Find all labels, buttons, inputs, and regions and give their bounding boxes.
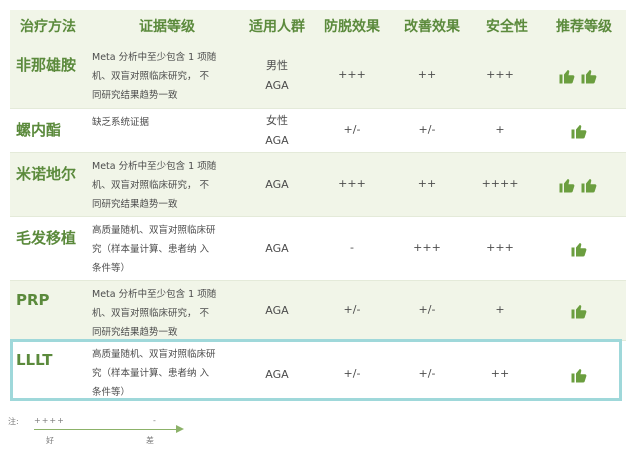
evidence-level: Meta 分析中至少包含 1 项随 机、双盲对照临床研究， 不同研究结果趋势一致 [92, 285, 242, 342]
population-line: AGA [265, 134, 289, 147]
treatment-name: PRP [16, 291, 50, 309]
population-line: AGA [265, 304, 289, 317]
evidence-line: 机、双盲对照临床研究， 不 [92, 180, 210, 191]
recommendation-rating [570, 240, 588, 258]
population-line: AGA [265, 178, 289, 191]
treatment-name: 螺内酯 [16, 121, 62, 139]
population-line: 男性 [266, 59, 288, 72]
evidence-line: 同研究结果趋势一致 [92, 90, 178, 101]
improvement-score: ++ [417, 68, 437, 81]
thumbs-up-icon [571, 243, 587, 257]
header-population: 适用人群 [249, 19, 305, 35]
legend-bad-label: 差 [146, 436, 154, 445]
evidence-line: Meta 分析中至少包含 1 项随 [92, 52, 217, 63]
improvement-score: +/- [418, 123, 436, 136]
safety-score: ++++ [481, 177, 519, 190]
header-method: 治疗方法 [20, 19, 76, 35]
legend-good-label: 好 [46, 436, 54, 445]
target-population: 女性 AGA [242, 111, 312, 151]
treatment-name: 毛发移植 [16, 229, 77, 247]
evidence-line: 究（样本量计算、患者纳 入 [92, 244, 210, 255]
hair-loss-score: +++ [338, 177, 366, 190]
population-line: 女性 [266, 114, 288, 127]
table-row: 螺内酯 缺乏系统证据 女性 AGA +/- +/- + [10, 108, 626, 153]
evidence-line: 机、双盲对照临床研究， 不 [92, 71, 210, 82]
legend-arrow-head [176, 425, 184, 433]
thumbs-up-icon [559, 179, 575, 193]
population-line: AGA [265, 79, 289, 92]
hair-loss-score: - [350, 241, 354, 254]
thumbs-up-icon [559, 70, 575, 84]
header-improvement: 改善效果 [404, 19, 460, 35]
target-population: AGA [242, 175, 312, 195]
hair-loss-score: +++ [338, 68, 366, 81]
safety-score: + [495, 303, 505, 316]
table-row: PRP Meta 分析中至少包含 1 项随 机、双盲对照临床研究， 不同研究结果趋势… [10, 280, 626, 341]
improvement-score: +++ [413, 241, 441, 254]
header-safety: 安全性 [486, 19, 528, 35]
thumbs-up-icon [571, 305, 587, 319]
population-line: AGA [265, 242, 289, 255]
evidence-line: Meta 分析中至少包含 1 项随 [92, 289, 217, 300]
legend-arrow-line [34, 429, 178, 430]
header-evidence: 证据等级 [139, 19, 195, 35]
table-row: 米诺地尔 Meta 分析中至少包含 1 项随 机、双盲对照临床研究， 不同研究结果趋… [10, 152, 626, 217]
recommendation-rating [570, 302, 588, 320]
target-population: 男性 AGA [242, 56, 312, 96]
evidence-level: Meta 分析中至少包含 1 项随 机、双盲对照临床研究， 不同研究结果趋势一致 [92, 157, 242, 214]
legend: 注: ++++ - 好 差 [8, 413, 208, 449]
evidence-level: Meta 分析中至少包含 1 项随 机、双盲对照临床研究， 不同研究结果趋势一致 [92, 48, 242, 105]
evidence-line: Meta 分析中至少包含 1 项随 [92, 161, 217, 172]
evidence-line: 高质量随机、双盲对照临床研 [92, 225, 216, 236]
improvement-score: ++ [417, 177, 437, 190]
header-hair-loss: 防脱效果 [324, 19, 380, 35]
target-population: AGA [242, 239, 312, 259]
thumbs-up-icon [581, 70, 597, 84]
legend-good-symbol: ++++ [34, 416, 65, 425]
treatment-name: 非那雄胺 [16, 56, 77, 74]
recommendation-rating [570, 122, 588, 140]
hair-loss-score: +/- [343, 303, 361, 316]
treatment-name: 米诺地尔 [16, 165, 77, 183]
evidence-line: 同研究结果趋势一致 [92, 199, 178, 210]
legend-bad-symbol: - [153, 416, 156, 425]
table-row: 毛发移植 高质量随机、双盲对照临床研 究（样本量计算、患者纳 入条件等） AGA - ++… [10, 216, 626, 281]
table-header: 治疗方法 证据等级 适用人群 防脱效果 改善效果 安全性 推荐等级 [10, 10, 626, 44]
recommendation-rating [558, 67, 598, 85]
legend-note: 注: [8, 417, 19, 426]
thumbs-up-icon [571, 125, 587, 139]
improvement-score: +/- [418, 303, 436, 316]
evidence-line: 条件等） [92, 263, 131, 274]
hair-loss-score: +/- [343, 123, 361, 136]
thumbs-up-icon [581, 179, 597, 193]
safety-score: +++ [486, 68, 514, 81]
target-population: AGA [242, 301, 312, 321]
safety-score: +++ [486, 241, 514, 254]
evidence-level: 高质量随机、双盲对照临床研 究（样本量计算、患者纳 入条件等） [92, 221, 242, 278]
evidence-line: 缺乏系统证据 [92, 117, 150, 128]
safety-score: + [495, 123, 505, 136]
table-row: 非那雄胺 Meta 分析中至少包含 1 项随 机、双盲对照临床研究， 不同研究结果趋… [10, 44, 626, 108]
row-highlight-frame [10, 339, 622, 401]
header-recommendation: 推荐等级 [556, 19, 612, 35]
recommendation-rating [558, 176, 598, 194]
evidence-line: 机、双盲对照临床研究， 不 [92, 308, 210, 319]
evidence-level: 缺乏系统证据 [92, 113, 242, 132]
